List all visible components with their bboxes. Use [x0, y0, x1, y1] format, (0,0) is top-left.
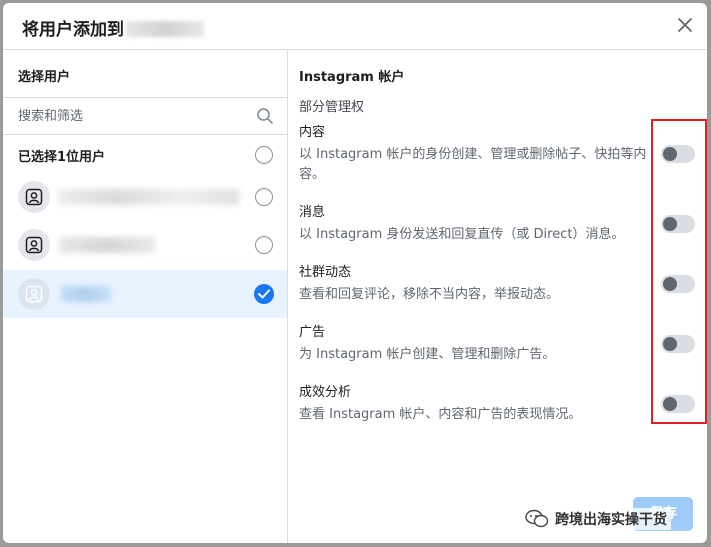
permission-title: 广告	[299, 325, 326, 340]
permission-description: 为 Instagram 帐户创建、管理和删除广告。	[299, 347, 556, 362]
redacted-user-name	[59, 189, 239, 205]
selected-count-label: 已选择1位用户	[18, 150, 106, 165]
account-type-title: Instagram 帐户	[299, 70, 405, 85]
permission-description: 以 Instagram 身份发送和回复直传（或 Direct）消息。	[299, 227, 625, 242]
close-icon	[678, 18, 692, 32]
avatar	[18, 181, 50, 213]
user-selected-check[interactable]	[254, 284, 274, 304]
permission-title: 内容	[299, 125, 326, 140]
selected-count-row: 已选择1位用户	[3, 135, 287, 173]
dialog-header: 将用户添加到	[3, 3, 707, 50]
search-icon[interactable]	[256, 107, 274, 125]
check-icon	[258, 289, 270, 299]
user-row[interactable]	[3, 222, 287, 268]
watermark-text: 跨境出海实操干货	[555, 512, 667, 528]
permission-insights: 成效分析 查看 Instagram 帐户、内容和广告的表现情况。	[299, 384, 651, 425]
redacted-user-name	[59, 237, 155, 253]
permission-content: 内容 以 Instagram 帐户的身份创建、管理或删除帖子、快拍等内容。	[299, 124, 651, 185]
chat-bubble-icon	[525, 509, 549, 528]
permission-level-label: 部分管理权	[299, 100, 365, 115]
redacted-page-name	[126, 21, 204, 37]
redacted-user-name	[61, 286, 111, 302]
permission-messages: 消息 以 Instagram 身份发送和回复直传（或 Direct）消息。	[299, 204, 651, 245]
permission-title: 消息	[299, 205, 326, 220]
user-row[interactable]	[3, 174, 287, 220]
permissions-pane: Instagram 帐户 部分管理权 内容 以 Instagram 帐户的身份创…	[288, 50, 707, 543]
dialog-title: 将用户添加到	[22, 15, 204, 40]
select-all-radio[interactable]	[255, 146, 273, 164]
user-row-selected[interactable]	[3, 270, 287, 318]
permission-ads: 广告 为 Instagram 帐户创建、管理和删除广告。	[299, 324, 651, 365]
user-profile-icon	[25, 188, 43, 206]
user-profile-icon	[25, 236, 43, 254]
avatar	[18, 278, 50, 310]
permission-title: 社群动态	[299, 265, 352, 280]
toggle-highlight-annotation	[651, 119, 707, 424]
avatar	[18, 229, 50, 261]
add-user-dialog: 将用户添加到 选择用户 已选择1位用户	[3, 3, 707, 543]
close-button[interactable]	[675, 15, 695, 35]
permission-description: 查看 Instagram 帐户、内容和广告的表现情况。	[299, 407, 582, 422]
watermark: 跨境出海实操干货	[521, 508, 671, 530]
user-picker-pane: 选择用户 已选择1位用户	[3, 50, 288, 543]
permission-community: 社群动态 查看和回复评论，移除不当内容，举报动态。	[299, 264, 651, 305]
permission-description: 以 Instagram 帐户的身份创建、管理或删除帖子、快拍等内容。	[299, 147, 647, 182]
search-input[interactable]	[18, 106, 238, 126]
user-profile-icon	[25, 285, 43, 303]
permission-description: 查看和回复评论，移除不当内容，举报动态。	[299, 287, 560, 302]
user-select-radio[interactable]	[255, 236, 273, 254]
permission-title: 成效分析	[299, 385, 352, 400]
select-users-heading: 选择用户	[18, 70, 71, 85]
search-row	[3, 97, 287, 135]
user-select-radio[interactable]	[255, 188, 273, 206]
